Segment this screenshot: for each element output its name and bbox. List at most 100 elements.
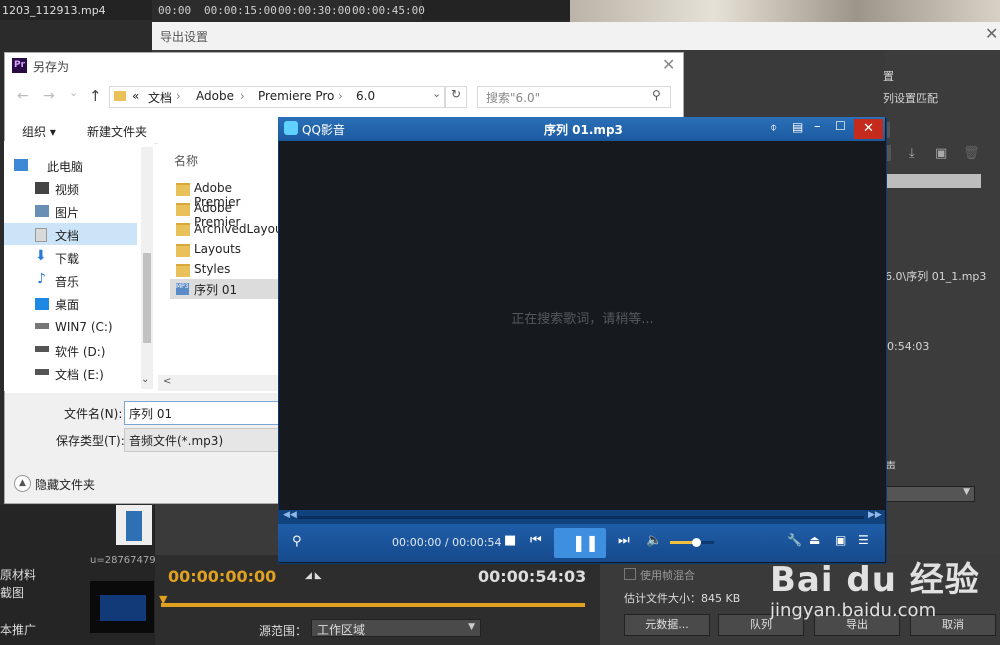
folder-icon	[176, 244, 190, 257]
file-item[interactable]: Layouts	[194, 242, 241, 256]
ruler-tick: 00:00:15:00	[204, 4, 277, 17]
minimize-icon[interactable]: –	[814, 119, 821, 134]
nav-drive-e[interactable]: 文档 (E:)	[55, 366, 104, 383]
menu-icon[interactable]: ▤	[792, 120, 803, 134]
pause-button[interactable]: ❚❚	[554, 528, 606, 558]
import-icon[interactable]: ⤓	[909, 146, 915, 161]
search-icon[interactable]: ⚲	[652, 88, 661, 102]
nav-drive-c[interactable]: WIN7 (C:)	[55, 320, 113, 334]
breadcrumb-item[interactable]: 6.0	[356, 89, 375, 103]
tools-icon[interactable]: 🔧	[787, 533, 802, 547]
timecode-start[interactable]: 00:00:00:00	[168, 567, 276, 586]
new-folder-button[interactable]: 新建文件夹	[87, 123, 147, 140]
volume-slider[interactable]	[670, 538, 714, 547]
up-arrow-icon[interactable]: ↑	[89, 87, 102, 105]
back-arrow-icon[interactable]: ←	[17, 88, 29, 104]
delete-icon[interactable]: 🗑	[963, 146, 980, 161]
playlist-icon[interactable]: ☰	[858, 533, 869, 547]
qq-progress-track[interactable]: ◀◀ ▶▶	[278, 510, 885, 524]
forward-arrow-icon[interactable]: →	[43, 88, 55, 104]
music-icon: ♪	[37, 271, 46, 287]
next-icon[interactable]: ⏭	[618, 533, 630, 548]
file-item[interactable]: ArchivedLayout	[194, 222, 287, 236]
thumbnail-label: u=287674793	[90, 555, 162, 566]
search-input[interactable]: 搜索"6.0" ⚲	[477, 86, 671, 108]
project-item[interactable]: 本推广	[0, 621, 36, 638]
drive-icon	[35, 346, 49, 352]
chat-icon[interactable]: ⌽	[770, 120, 777, 135]
nav-this-pc[interactable]: 此电脑	[47, 158, 83, 175]
work-area-bar[interactable]	[161, 603, 585, 607]
ruler-tick: 00:00	[158, 4, 192, 17]
filename-label: 文件名(N):	[64, 407, 123, 421]
drive-icon	[35, 369, 49, 375]
volume-knob[interactable]	[692, 538, 702, 547]
nav-music[interactable]: 音乐	[55, 273, 79, 290]
baidu-logo: Bai du 经验	[770, 560, 980, 600]
breadcrumb-item[interactable]: Premiere Pro	[258, 89, 334, 103]
rewind-icon[interactable]: ◀◀	[283, 510, 297, 520]
file-item-label: 序列 01	[194, 283, 238, 297]
premiere-app-icon: Pr	[12, 58, 27, 73]
timecode-end: 00:00:54:03	[478, 567, 587, 586]
source-timeline: 00:00:00:00 ◢ ◣ 00:00:54:03 ▼ 源范围： 工作区域 …	[155, 555, 600, 645]
nav-drive-d[interactable]: 软件 (D:)	[55, 343, 105, 360]
sequence-thumbnail[interactable]	[90, 581, 154, 633]
nav-desktop[interactable]: 桌面	[55, 296, 79, 313]
hide-folders-button[interactable]: 隐藏文件夹	[35, 476, 95, 493]
eject-icon[interactable]: ⏏	[809, 533, 820, 547]
source-range-dropdown[interactable]: 工作区域 ▼	[311, 619, 481, 637]
mark-in-icon[interactable]: ◢ ◣	[305, 571, 322, 581]
refresh-icon[interactable]: ↻	[445, 86, 467, 108]
maximize-icon[interactable]: ☐	[835, 119, 846, 133]
ruler-tick: 00:00:30:00	[278, 4, 351, 17]
project-item[interactable]: 截图	[0, 584, 24, 601]
project-item[interactable]: 原材料	[0, 566, 36, 583]
column-header-name[interactable]: 名称	[174, 152, 198, 169]
screenshot-icon[interactable]: ▣	[835, 533, 846, 547]
document-icon	[35, 228, 47, 242]
nav-pictures[interactable]: 图片	[55, 204, 79, 221]
address-bar[interactable]: « 文档 › Adobe › Premiere Pro › 6.0 ⌄	[109, 86, 445, 108]
previous-icon[interactable]: ⏮	[530, 533, 542, 548]
file-item-selected[interactable]: MP3 序列 01	[170, 279, 278, 299]
nav-documents[interactable]: 文档	[55, 227, 79, 244]
organize-button[interactable]: 组织 ▾	[22, 123, 56, 140]
output-path[interactable]: 6.0\序列 01_1.mp3	[885, 268, 986, 284]
chevron-down-icon[interactable]: ⌄	[69, 86, 78, 99]
nav-scrollbar[interactable]	[141, 147, 153, 389]
folder-icon	[176, 183, 190, 196]
filename-input[interactable]: 序列 01	[124, 401, 280, 425]
breadcrumb-item[interactable]: Adobe	[196, 89, 234, 103]
comment-field[interactable]	[885, 174, 981, 188]
folder-icon	[176, 203, 190, 216]
audio-dropdown[interactable]: ▼	[885, 486, 975, 502]
breadcrumb-item[interactable]: 文档	[148, 89, 172, 106]
close-icon[interactable]: ✕	[854, 119, 883, 139]
nav-videos[interactable]: 视频	[55, 181, 79, 198]
chevron-down-icon[interactable]: ⌄	[141, 374, 149, 385]
thumbnail-person[interactable]	[116, 505, 152, 545]
horizontal-scrollbar[interactable]: <	[158, 375, 278, 391]
estimated-size: 估计文件大小：845 KB	[624, 592, 741, 605]
filetype-select[interactable]: 音频文件(*.mp3)	[124, 428, 280, 452]
footprint-icon[interactable]: ⚲	[292, 534, 302, 549]
close-icon[interactable]: ✕	[985, 24, 998, 43]
breadcrumb-item[interactable]: «	[132, 89, 139, 103]
stop-icon[interactable]: ■	[504, 533, 516, 548]
volume-icon[interactable]: 🔈	[646, 533, 662, 548]
playhead-icon[interactable]: ▼	[159, 593, 167, 606]
fast-forward-icon[interactable]: ▶▶	[868, 510, 882, 520]
filename-value: 序列 01	[129, 407, 173, 421]
close-icon[interactable]: ✕	[662, 55, 675, 74]
save-preset-icon[interactable]: ▣	[935, 146, 947, 161]
filetype-value: 音频文件(*.mp3)	[129, 434, 224, 448]
chevron-down-icon[interactable]: ⌄	[432, 87, 441, 100]
source-range-value: 工作区域	[317, 623, 366, 637]
nav-downloads[interactable]: 下载	[55, 250, 79, 267]
chevron-up-icon[interactable]: ▲	[14, 475, 31, 492]
file-item[interactable]: Styles	[194, 262, 230, 276]
progress-bar[interactable]	[298, 516, 864, 519]
metadata-button[interactable]: 元数据...	[624, 614, 710, 636]
frame-blending-checkbox[interactable]	[624, 568, 636, 580]
